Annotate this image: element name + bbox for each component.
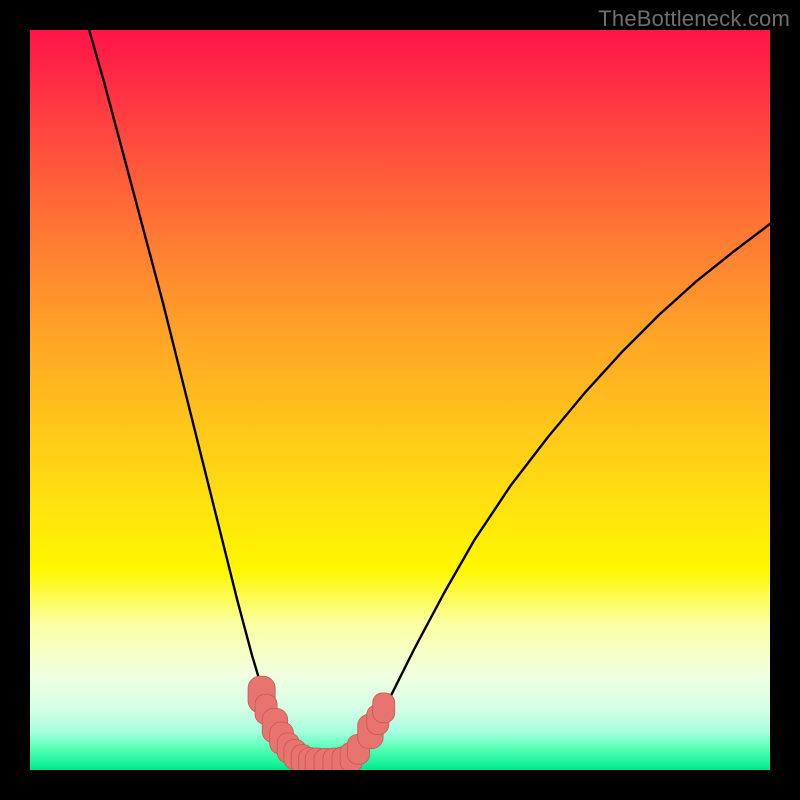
- bottleneck-curve-path: [89, 30, 770, 764]
- trough-markers: [248, 676, 395, 770]
- trough-marker: [373, 693, 395, 723]
- chart-canvas: TheBottleneck.com: [0, 0, 800, 800]
- curves-layer: [30, 30, 770, 770]
- plot-area: [30, 30, 770, 770]
- bottleneck-curve: [89, 30, 770, 764]
- watermark-text: TheBottleneck.com: [598, 6, 790, 32]
